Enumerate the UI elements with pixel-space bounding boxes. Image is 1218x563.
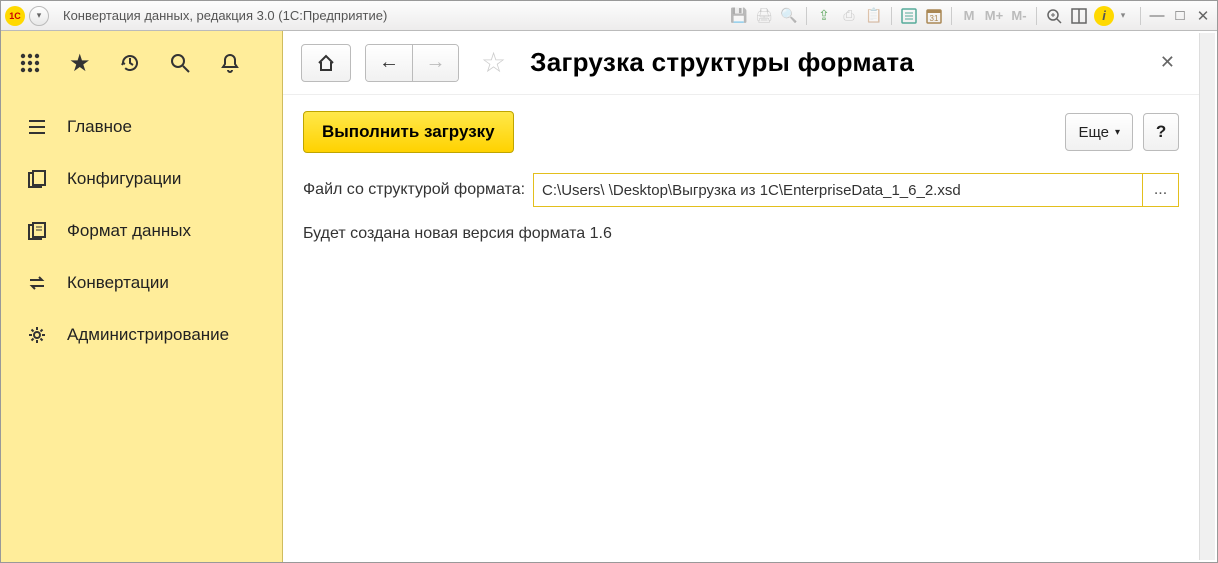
sidebar-item-label: Конфигурации [67,169,181,189]
nav-history: ← → [365,44,459,82]
separator [891,7,892,25]
sidebar-item-data-format[interactable]: Формат данных [1,205,282,257]
main-area: ← → ☆ Загрузка структуры формата ✕ Выпол… [283,31,1217,562]
home-button[interactable] [301,44,351,82]
save-icon[interactable]: 💾 [728,5,750,27]
status-text: Будет создана новая версия формата 1.6 [283,211,1199,257]
app-window: 1C ▾ Конвертация данных, редакция 3.0 (1… [0,0,1218,563]
sidebar-tools: ★ [1,31,282,95]
sidebar-item-label: Администрирование [67,325,229,345]
titlebar: 1C ▾ Конвертация данных, редакция 3.0 (1… [1,1,1217,31]
file-input-value[interactable]: C:\Users\ \Desktop\Выгрузка из 1С\Enterp… [534,182,1142,199]
search-icon[interactable] [169,52,191,74]
memory-mplus-button[interactable]: M+ [983,5,1005,27]
star-icon[interactable]: ★ [69,49,91,78]
configs-icon [25,169,49,189]
main-content: ← → ☆ Загрузка структуры формата ✕ Выпол… [283,31,1199,562]
more-button[interactable]: Еще ▾ [1065,113,1133,151]
forward-button[interactable]: → [412,45,458,81]
sidebar-item-label: Конвертации [67,273,169,293]
close-page-button[interactable]: ✕ [1154,52,1181,73]
sidebar-item-label: Главное [67,117,132,137]
back-button[interactable]: ← [366,45,412,81]
titlebar-toolbar: 💾 🖨 🔍 ⇪ ⎙ 📋 31 M M+ M- [728,5,1213,27]
body: ★ Главное [1,31,1217,562]
separator [1036,7,1037,25]
info-dropdown-icon[interactable]: ▾ [1112,5,1134,27]
swap-icon [25,273,49,293]
menu-lines-icon [25,117,49,137]
sidebar-item-conversions[interactable]: Конвертации [1,257,282,309]
sidebar-menu: Главное Конфигурации Формат данных [1,95,282,361]
titlebar-left: 1C ▾ Конвертация данных, редакция 3.0 (1… [5,6,387,26]
apps-icon[interactable] [19,52,41,74]
calculator-icon[interactable] [898,5,920,27]
execute-load-button[interactable]: Выполнить загрузку [303,111,514,153]
browse-button[interactable]: ... [1142,174,1178,206]
format-icon [25,221,49,241]
minimize-button[interactable]: — [1147,7,1167,24]
favorite-star-icon[interactable]: ☆ [481,46,506,79]
export-icon[interactable]: ⎙ [838,5,860,27]
memory-mminus-button[interactable]: M- [1008,5,1030,27]
separator [951,7,952,25]
memory-m-button[interactable]: M [958,5,980,27]
sidebar-item-main[interactable]: Главное [1,101,282,153]
file-field-label: Файл со структурой формата: [303,181,525,199]
gear-icon [25,325,49,345]
clipboard-icon[interactable]: 📋 [863,5,885,27]
more-button-label: Еще [1078,124,1109,141]
compare-icon[interactable]: ⇪ [813,5,835,27]
separator [806,7,807,25]
preview-icon[interactable]: 🔍 [778,5,800,27]
file-input[interactable]: C:\Users\ \Desktop\Выгрузка из 1С\Enterp… [533,173,1179,207]
separator [1140,7,1141,25]
chevron-down-icon: ▾ [1115,127,1120,138]
system-menu-dropdown[interactable]: ▾ [29,6,49,26]
print-icon[interactable]: 🖨 [753,5,775,27]
page-title: Загрузка структуры формата [530,47,914,78]
vertical-scrollbar[interactable] [1199,33,1215,560]
window-title: Конвертация данных, редакция 3.0 (1С:Пре… [63,8,387,23]
sidebar-item-administration[interactable]: Администрирование [1,309,282,361]
bell-icon[interactable] [219,52,241,74]
sidebar: ★ Главное [1,31,283,562]
maximize-button[interactable]: □ [1170,7,1190,24]
sidebar-item-configurations[interactable]: Конфигурации [1,153,282,205]
calendar-icon[interactable]: 31 [923,5,945,27]
svg-text:31: 31 [930,14,939,23]
zoom-icon[interactable] [1043,5,1065,27]
help-button[interactable]: ? [1143,113,1179,151]
close-button[interactable]: ✕ [1193,7,1213,25]
history-icon[interactable] [119,52,141,74]
page-header: ← → ☆ Загрузка структуры формата ✕ [283,31,1199,95]
sidebar-item-label: Формат данных [67,221,191,241]
file-field-row: Файл со структурой формата: C:\Users\ \D… [283,169,1199,211]
panels-icon[interactable] [1068,5,1090,27]
toolbar: Выполнить загрузку Еще ▾ ? [283,95,1199,169]
logo-1c-icon[interactable]: 1C [5,6,25,26]
